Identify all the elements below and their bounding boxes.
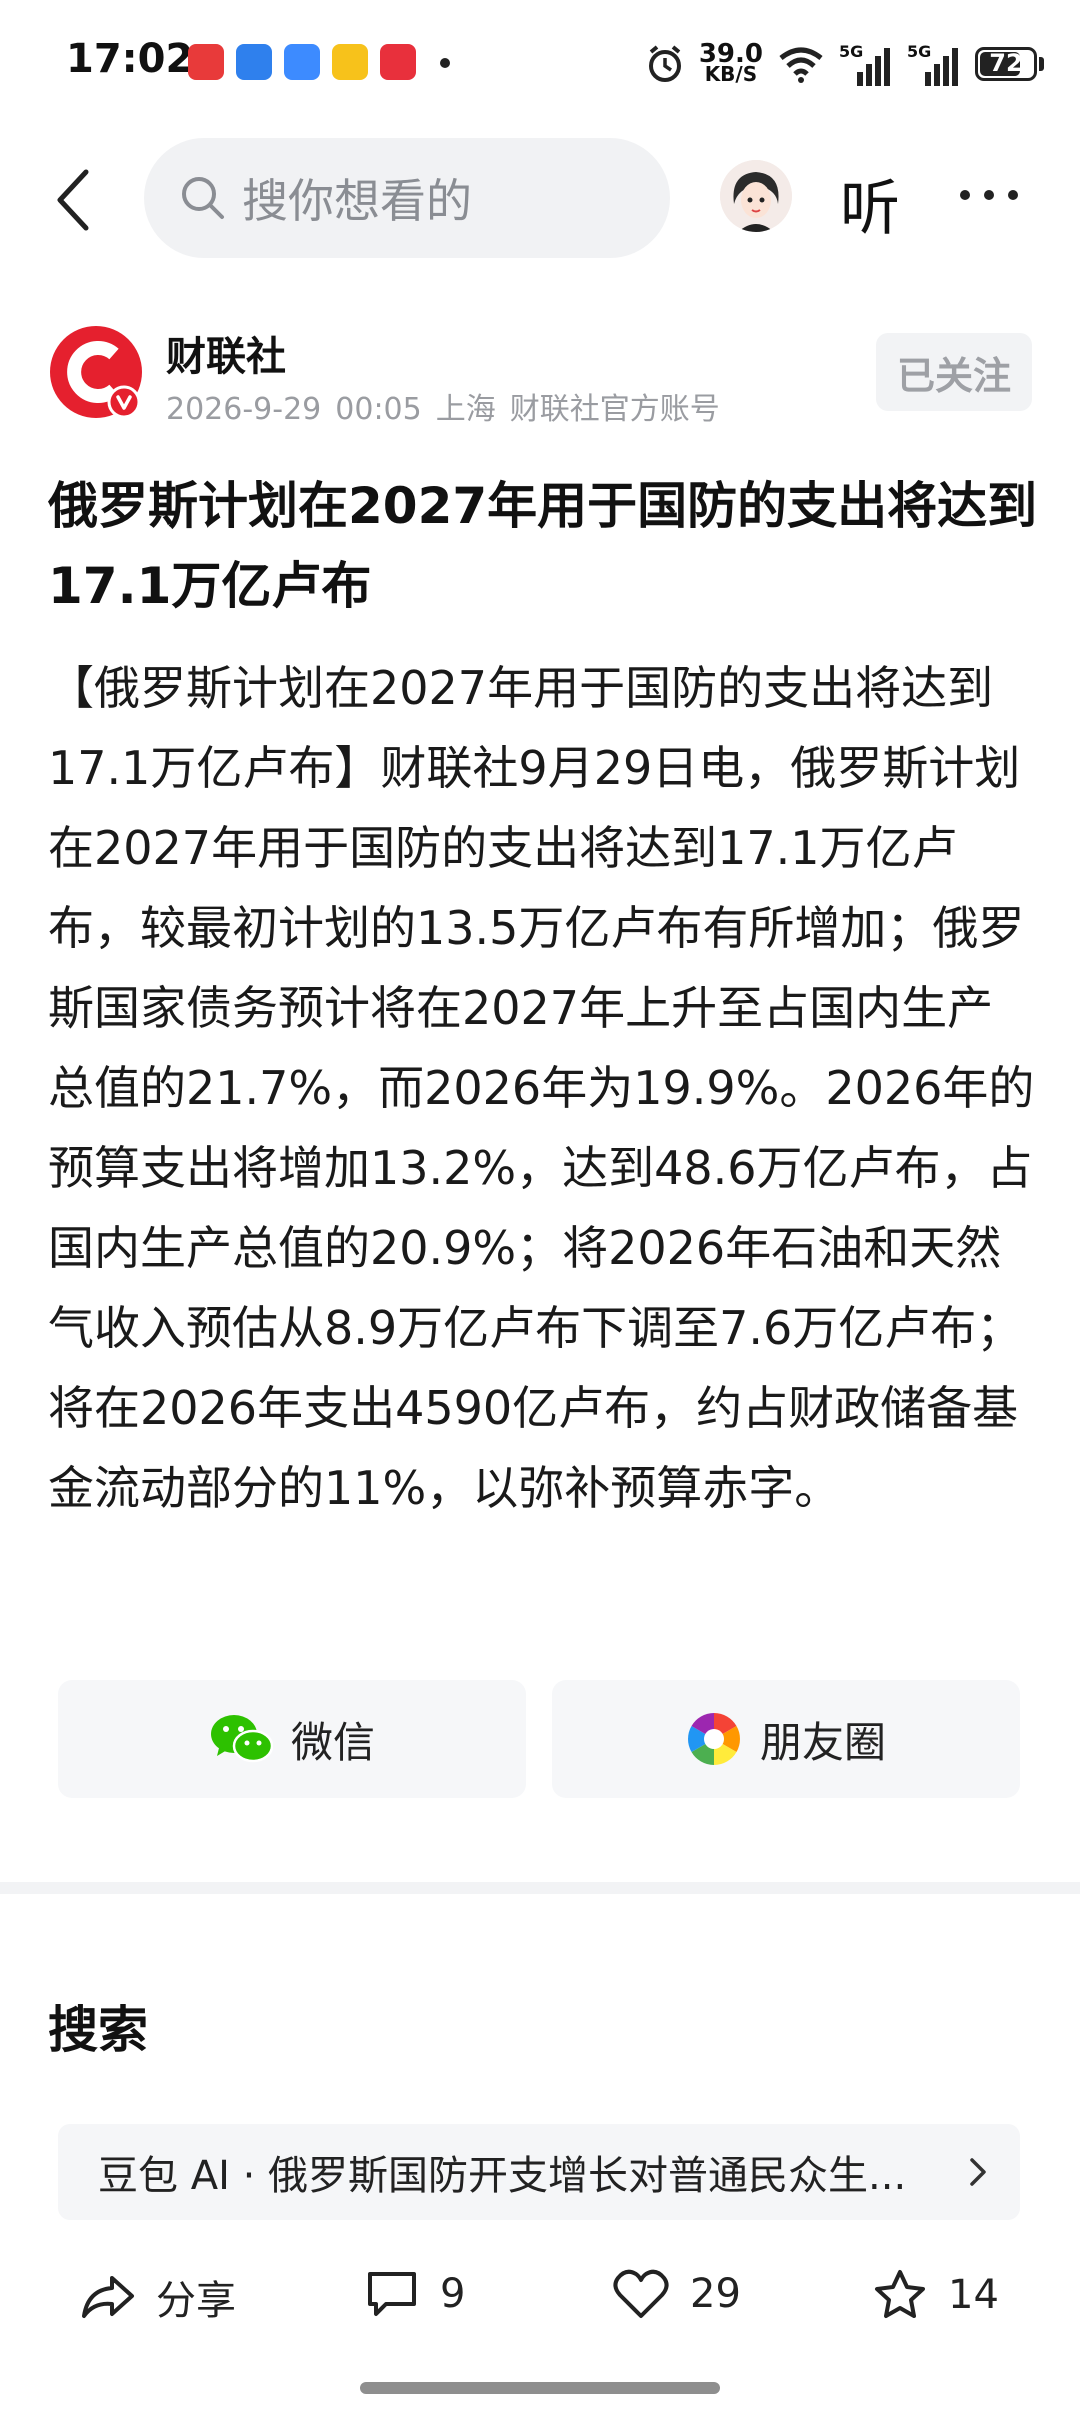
wechat-label: 微信 [290, 1717, 375, 1767]
post-meta: 2026-9-29 00:05 上海 财联社官方账号 [166, 384, 734, 428]
comment-action[interactable]: 9 [364, 2268, 465, 2320]
battery-icon: 72 [975, 47, 1037, 81]
chevron-right-icon [970, 2158, 986, 2186]
account-type: 财联社官方账号 [509, 392, 720, 427]
share-moments-button[interactable]: 朋友圈 [552, 1680, 1020, 1798]
article-title: 俄罗斯计划在2027年用于国防的支出将达到17.1万亿卢布 [48, 477, 1038, 615]
alarm-icon [648, 45, 681, 82]
signal-icon: 5G [839, 42, 893, 86]
post-time: 00:05 [335, 392, 422, 427]
toutiao-app-icon [188, 44, 224, 80]
like-action[interactable]: 29 [612, 2268, 741, 2320]
phone-app-icon [236, 44, 272, 80]
comment-icon [368, 2272, 416, 2316]
share-wechat-button[interactable]: 微信 [58, 1680, 526, 1798]
cls-logo[interactable] [48, 324, 144, 420]
heart-icon [613, 2269, 669, 2318]
more-options-icon[interactable] [960, 190, 1018, 200]
heart-app-icon [380, 44, 416, 80]
status-time: 17:02 [66, 36, 194, 82]
user-avatar[interactable] [720, 160, 792, 232]
search-bar[interactable]: 搜你想看的 [144, 138, 670, 258]
search-section-heading: 搜索 [48, 2001, 148, 2059]
favorite-count: 14 [948, 2272, 999, 2318]
favorite-action[interactable]: 14 [872, 2268, 999, 2322]
star-icon [875, 2270, 925, 2318]
follow-button[interactable]: 已关注 [876, 333, 1032, 411]
home-indicator[interactable] [360, 2382, 720, 2394]
ai-suggestion-text: 豆包 AI · 俄罗斯国防开支增长对普通民众生... [98, 2153, 907, 2199]
bottom-action-bar: 分享 9 29 14 [0, 2250, 1080, 2340]
article-body: 【俄罗斯计划在2027年用于国防的支出将达到17.1万亿卢布】财联社9月29日电… [48, 661, 1035, 1515]
network-speed: 39.0 KB/S [698, 39, 763, 86]
status-bar: 17:02 39.0 KB/S 5G 5G 72 [0, 0, 1080, 125]
post-location: 上海 [435, 392, 496, 427]
section-divider [0, 1882, 1080, 1894]
moments-label: 朋友圈 [759, 1717, 886, 1767]
files-app-icon [284, 44, 320, 80]
search-icon [182, 177, 224, 219]
ai-search-suggestion[interactable]: 豆包 AI · 俄罗斯国防开支增长对普通民众生... [58, 2124, 1020, 2220]
share-action[interactable]: 分享 [80, 2268, 236, 2326]
wifi-icon [779, 47, 823, 83]
search-placeholder: 搜你想看的 [242, 174, 472, 228]
author-name[interactable]: 财联社 [166, 324, 286, 382]
wechat-icon [210, 1715, 273, 1763]
share-action-label: 分享 [156, 2278, 236, 2324]
moments-icon [688, 1713, 740, 1765]
listen-button[interactable]: 听 [840, 160, 900, 247]
weibo-app-icon [332, 44, 368, 80]
comment-count: 9 [440, 2271, 466, 2317]
like-count: 29 [690, 2271, 741, 2317]
share-arrow-icon [82, 2276, 134, 2318]
back-arrow-icon[interactable] [48, 160, 98, 240]
battery-cap [1039, 57, 1044, 71]
signal-icon-2: 5G [907, 42, 961, 86]
notification-dot-icon [440, 58, 450, 68]
post-date: 2026-9-29 [166, 392, 322, 427]
